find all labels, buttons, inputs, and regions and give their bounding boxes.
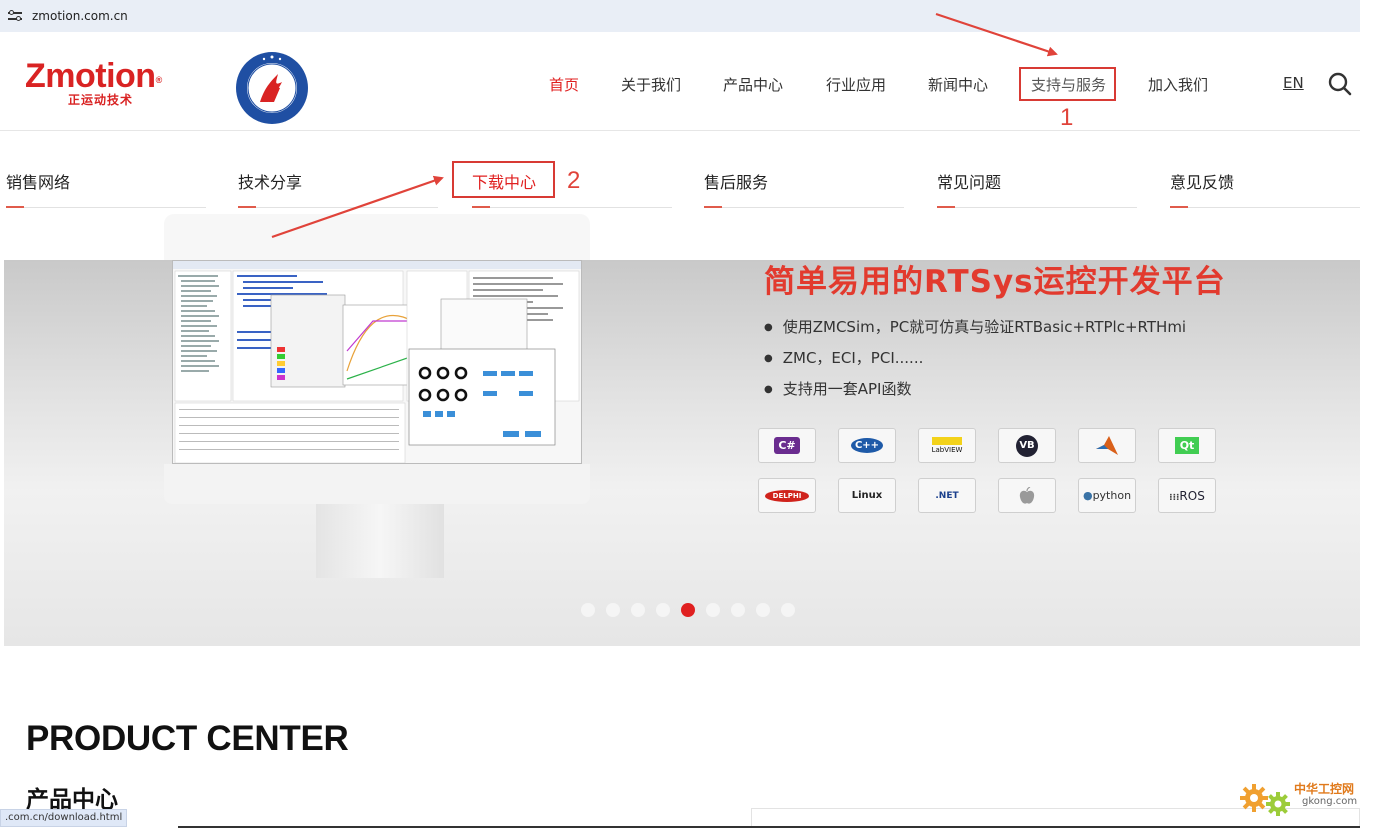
support-submenu: 销售网络 技术分享 下载中心 售后服务 常见问题 意见反馈 2: [0, 132, 1360, 212]
matlab-icon: [1078, 428, 1136, 463]
watermark-name: 中华工控网: [1294, 782, 1355, 796]
url-text[interactable]: zmotion.com.cn: [32, 9, 128, 23]
gkong-watermark: 中华工控网 gkong.com: [1238, 776, 1368, 826]
submenu-divider: [472, 207, 672, 208]
submenu-after-sales[interactable]: 售后服务: [704, 169, 768, 193]
submenu-divider: [704, 207, 904, 208]
submenu-tech-share[interactable]: 技术分享: [238, 169, 302, 193]
python-icon: ●python: [1078, 478, 1136, 513]
search-icon[interactable]: [1328, 72, 1352, 96]
section-divider: [178, 826, 1360, 828]
submenu-sales-network[interactable]: 销售网络: [6, 169, 70, 193]
site-settings-icon[interactable]: [8, 9, 22, 23]
annotation-number-1: 1: [1060, 104, 1074, 131]
address-bar[interactable]: zmotion.com.cn: [0, 0, 1360, 32]
monitor-stand: [316, 504, 444, 578]
linux-icon: Linux: [838, 478, 896, 513]
language-switch[interactable]: EN: [1283, 74, 1304, 92]
carousel-dot[interactable]: [781, 603, 795, 617]
submenu-feedback[interactable]: 意见反馈: [1170, 169, 1234, 193]
carousel-dot[interactable]: [581, 603, 595, 617]
submenu-accent: [238, 206, 256, 208]
nav-products[interactable]: 产品中心: [723, 74, 783, 95]
carousel-dot[interactable]: [656, 603, 670, 617]
banner-title: 简单易用的RTSys运控开发平台: [764, 264, 1226, 300]
annotation-box-support: [1019, 67, 1116, 101]
software-screenshot: [172, 260, 582, 464]
apple-icon: [998, 478, 1056, 513]
banner-bullets: 使用ZMCSim，PC就可仿真与验证RTBasic+RTPlc+RTHmi ZM…: [764, 316, 1186, 409]
annotation-box-download: [452, 161, 555, 198]
carousel-dot-active[interactable]: [681, 603, 695, 617]
submenu-accent: [704, 206, 722, 208]
gear-icon: [1240, 784, 1290, 816]
product-center-title-en: PRODUCT CENTER: [26, 719, 349, 758]
submenu-divider: [1170, 207, 1360, 208]
watermark-domain: gkong.com: [1302, 796, 1358, 807]
submenu-accent: [937, 206, 955, 208]
nav-home[interactable]: 首页: [549, 74, 579, 95]
carousel-dot[interactable]: [731, 603, 745, 617]
nav-news[interactable]: 新闻中心: [928, 74, 988, 95]
nav-join[interactable]: 加入我们: [1148, 74, 1208, 95]
nav-industry[interactable]: 行业应用: [826, 74, 886, 95]
hero-banner[interactable]: 简单易用的RTSys运控开发平台 使用ZMCSim，PC就可仿真与验证RTBas…: [4, 260, 1360, 646]
submenu-accent: [1170, 206, 1188, 208]
site-header: Zmotion® 正运动技术 首页 关于我们 产品中心 行业应用 新闻中心 支持…: [0, 36, 1360, 131]
carousel-dot[interactable]: [706, 603, 720, 617]
delphi-icon: DELPHI: [758, 478, 816, 513]
submenu-faq[interactable]: 常见问题: [937, 169, 1001, 193]
status-url-tooltip: .com.cn/download.html: [0, 809, 128, 827]
monitor-bezel-top: [164, 214, 590, 262]
cpp-icon: C++: [838, 428, 896, 463]
carousel-dot[interactable]: [606, 603, 620, 617]
banner-bullet: 使用ZMCSim，PC就可仿真与验证RTBasic+RTPlc+RTHmi: [764, 316, 1186, 347]
nav-about[interactable]: 关于我们: [621, 74, 681, 95]
ros-icon: ⁝⁝⁝ROS: [1158, 478, 1216, 513]
submenu-accent: [6, 206, 24, 208]
banner-bullet: 支持用一套API函数: [764, 378, 1186, 409]
qt-icon: Qt: [1158, 428, 1216, 463]
carousel-dot[interactable]: [631, 603, 645, 617]
annotation-number-2: 2: [567, 167, 581, 194]
carousel-dot[interactable]: [756, 603, 770, 617]
monitor-chin: [164, 464, 590, 504]
main-nav: 首页 关于我们 产品中心 行业应用 新闻中心 支持与服务 加入我们 1 EN: [0, 36, 1360, 131]
labview-icon: LabVIEW: [918, 428, 976, 463]
monitor-illustration: [164, 260, 590, 504]
csharp-icon: C#: [758, 428, 816, 463]
banner-bullet: ZMC，ECI，PCI......: [764, 347, 1186, 378]
submenu-divider: [238, 207, 438, 208]
vb-icon: VB: [998, 428, 1056, 463]
dotnet-icon: .NET: [918, 478, 976, 513]
submenu-divider: [6, 207, 206, 208]
submenu-accent: [472, 206, 490, 208]
submenu-divider: [937, 207, 1137, 208]
